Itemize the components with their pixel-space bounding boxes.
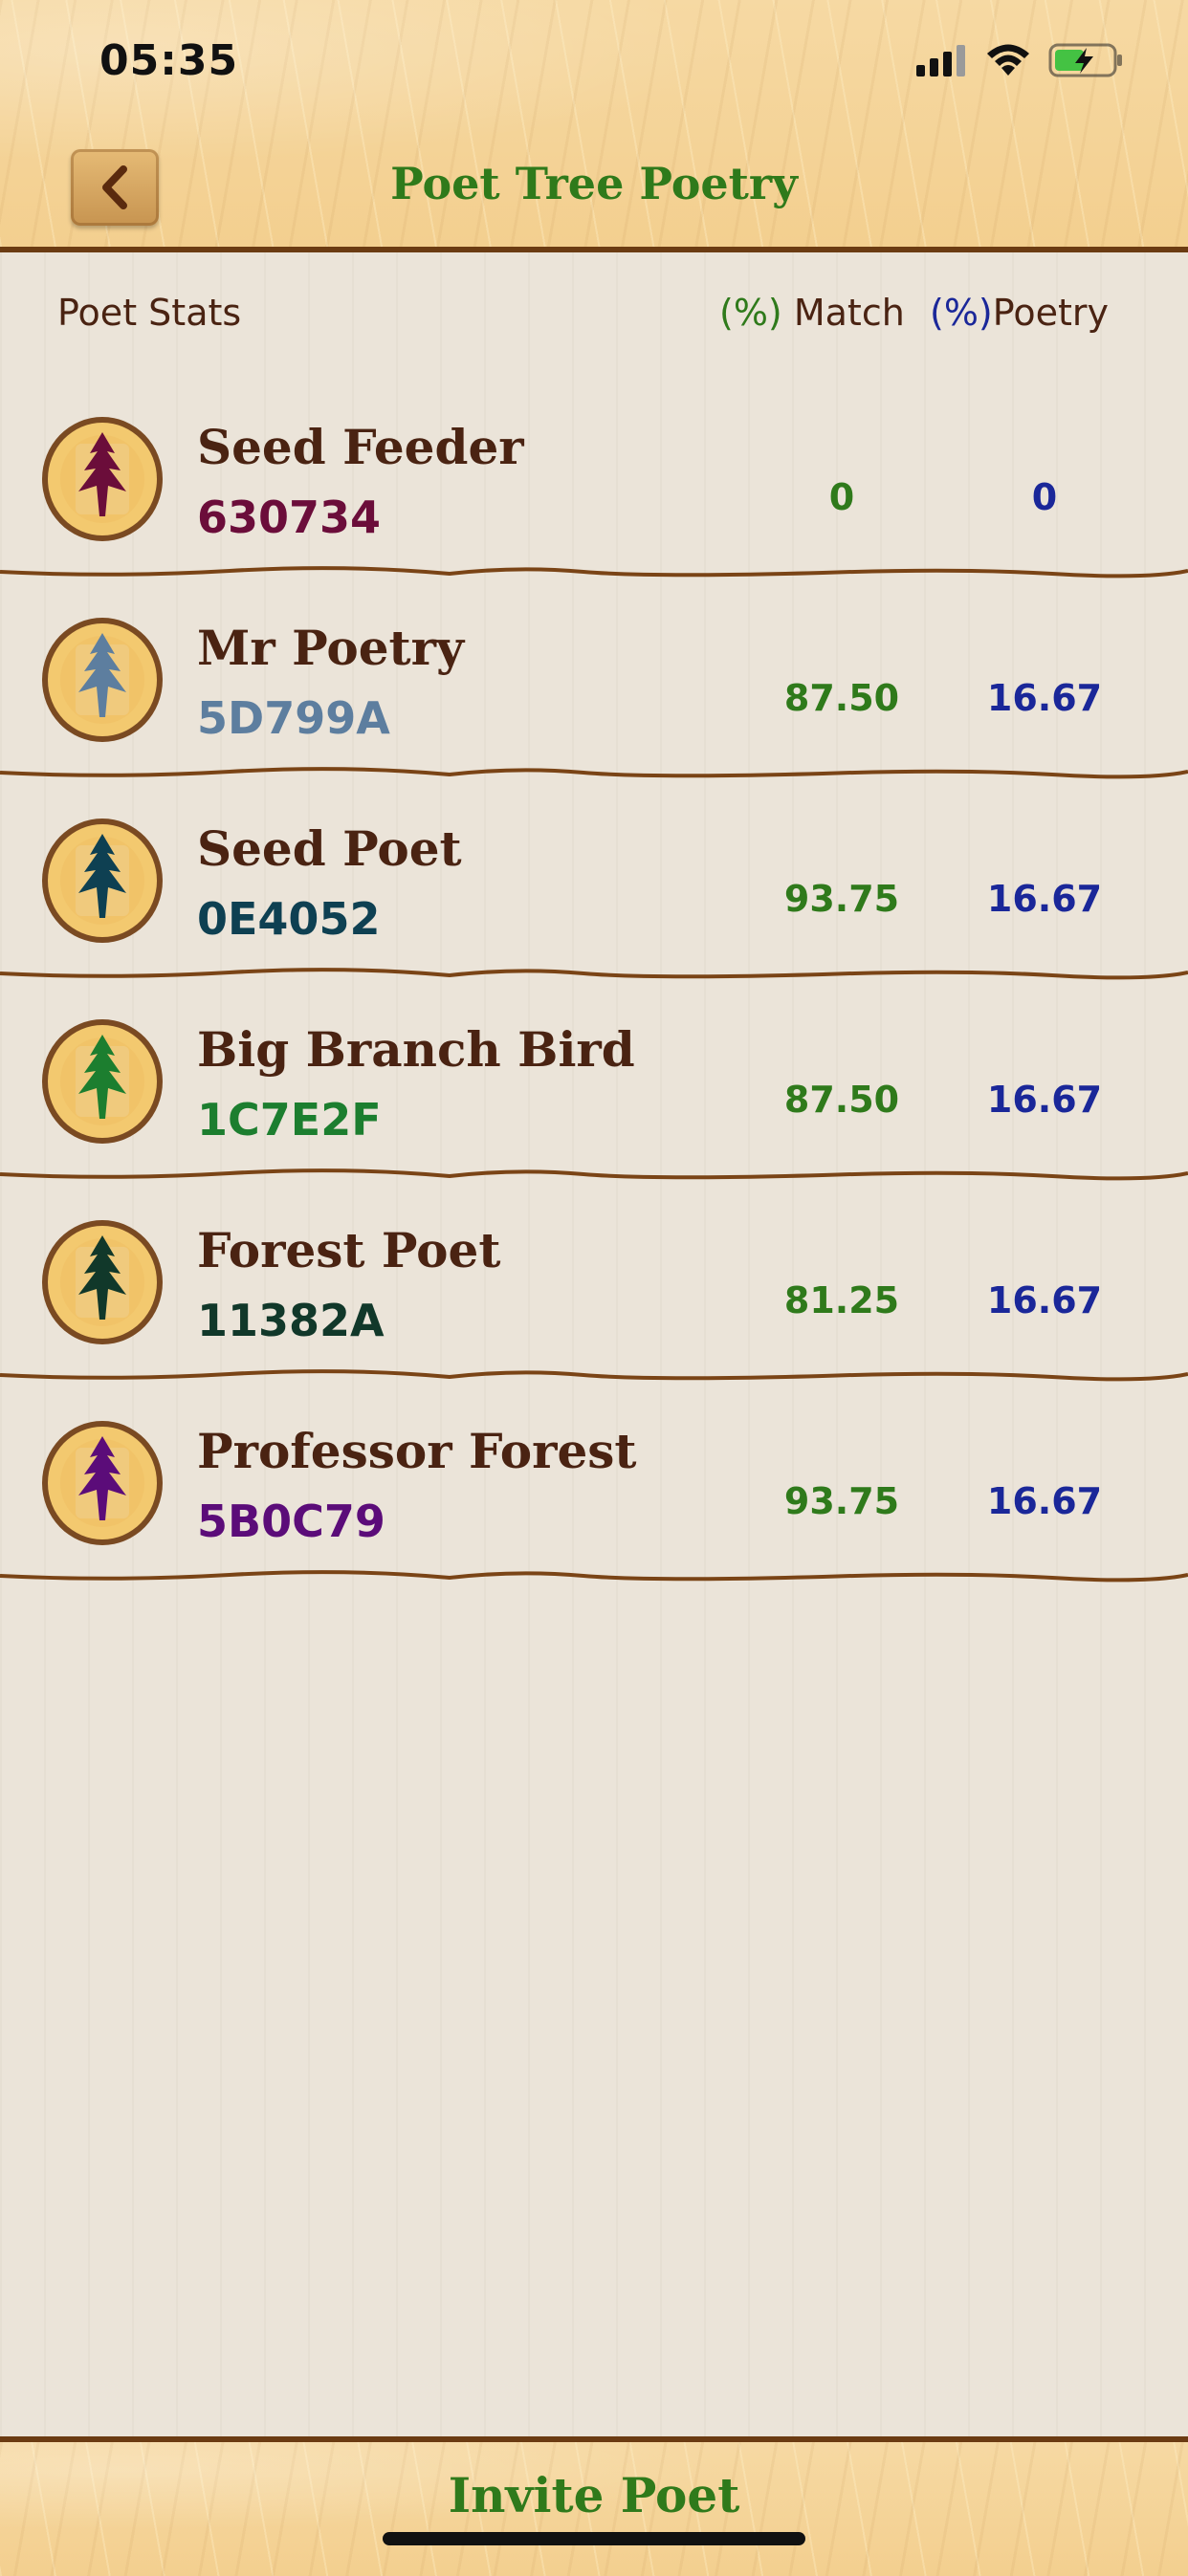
tree-avatar-icon xyxy=(42,1421,163,1545)
poet-name: Seed Feeder xyxy=(197,419,524,475)
match-value: 87.50 xyxy=(783,677,900,719)
tree-avatar-icon xyxy=(42,417,163,541)
status-time: 05:35 xyxy=(99,36,239,85)
tree-avatar-icon xyxy=(42,1019,163,1144)
poetry-value: 16.67 xyxy=(986,878,1103,920)
match-header: (%) Match xyxy=(719,292,905,334)
row-divider xyxy=(0,1168,1188,1181)
match-header-label: Match xyxy=(793,292,905,334)
poet-code: 0E4052 xyxy=(197,893,381,945)
poet-code: 5D799A xyxy=(197,692,390,744)
row-divider xyxy=(0,1570,1188,1583)
invite-poet-button[interactable]: Invite Poet xyxy=(0,2467,1188,2523)
match-value: 87.50 xyxy=(783,1079,900,1121)
poet-stats-header: Poet Stats xyxy=(57,292,242,334)
row-divider xyxy=(0,968,1188,980)
battery-charging-icon xyxy=(1048,43,1122,77)
poet-name: Seed Poet xyxy=(197,820,462,877)
poetry-header: (%)Poetry xyxy=(930,292,1109,334)
match-value: 0 xyxy=(828,476,855,518)
tree-avatar-icon xyxy=(42,618,163,742)
poet-row[interactable]: Seed Feeder 630734 0 0 xyxy=(0,381,1188,581)
poet-row[interactable]: Mr Poetry 5D799A 87.50 16.67 xyxy=(0,581,1188,782)
poetry-value: 16.67 xyxy=(986,1279,1103,1321)
poet-code: 11382A xyxy=(197,1295,385,1346)
row-divider xyxy=(0,566,1188,579)
poetry-header-pct: (%) xyxy=(930,292,993,334)
wifi-icon xyxy=(987,44,1029,76)
poetry-value: 16.67 xyxy=(986,677,1103,719)
poet-name: Mr Poetry xyxy=(197,620,465,676)
match-value: 93.75 xyxy=(783,1480,900,1522)
tree-avatar-icon xyxy=(42,1220,163,1344)
match-header-pct: (%) xyxy=(719,292,782,334)
poet-code: 5B0C79 xyxy=(197,1495,385,1547)
poet-row[interactable]: Forest Poet 11382A 81.25 16.67 xyxy=(0,1184,1188,1385)
match-value: 81.25 xyxy=(783,1279,900,1321)
poet-name: Professor Forest xyxy=(197,1423,637,1479)
poetry-value: 16.67 xyxy=(986,1480,1103,1522)
poetry-header-label: Poetry xyxy=(992,292,1109,334)
poet-code: 1C7E2F xyxy=(197,1094,382,1146)
home-indicator xyxy=(383,2532,805,2545)
row-divider xyxy=(0,1369,1188,1382)
poetry-value: 16.67 xyxy=(986,1079,1103,1121)
tree-avatar-icon xyxy=(42,819,163,943)
poet-name: Forest Poet xyxy=(197,1222,501,1278)
poetry-value: 0 xyxy=(1031,476,1058,518)
column-headers: Poet Stats (%) Match (%)Poetry xyxy=(0,292,1188,349)
match-value: 93.75 xyxy=(783,878,900,920)
page-title: Poet Tree Poetry xyxy=(390,158,798,209)
poet-row[interactable]: Seed Poet 0E4052 93.75 16.67 xyxy=(0,782,1188,983)
status-icons xyxy=(916,42,1125,78)
row-divider xyxy=(0,767,1188,779)
poet-code: 630734 xyxy=(197,491,382,543)
poet-row[interactable]: Big Branch Bird 1C7E2F 87.50 16.67 xyxy=(0,983,1188,1184)
signal-icon xyxy=(916,45,965,76)
poet-name: Big Branch Bird xyxy=(197,1021,635,1078)
poet-row[interactable]: Professor Forest 5B0C79 93.75 16.67 xyxy=(0,1385,1188,1585)
